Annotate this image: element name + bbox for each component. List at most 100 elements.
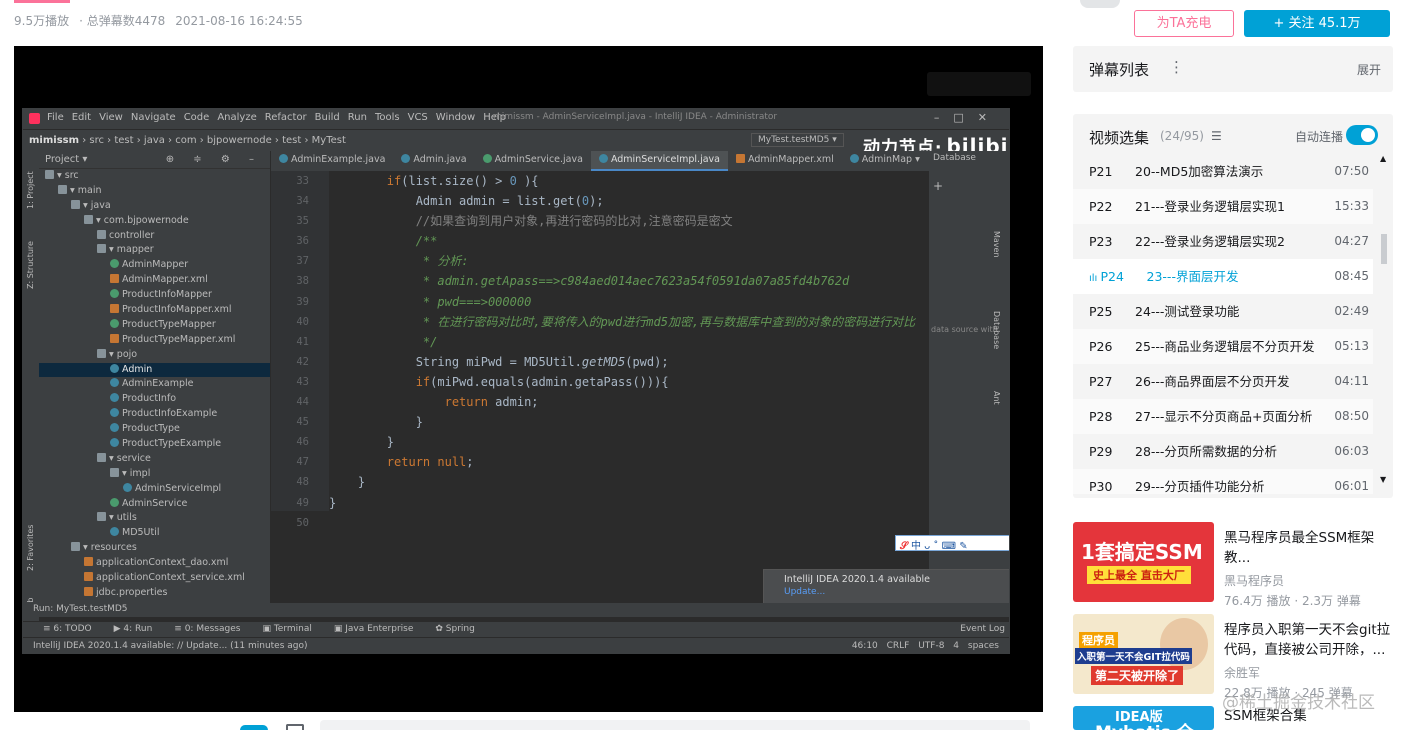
strip-project: 1: Project [26,171,35,209]
editor-tab: Admin.java [393,151,474,171]
tree-node-label: ▾ com.bjpowernode [96,214,189,226]
danmaku-list-panel[interactable]: 弹幕列表 ⋮ 展开 [1073,46,1393,92]
episode-item[interactable]: P27 26---商品界面层不分页开发 04:11 [1073,364,1373,399]
danmaku-expand-button[interactable]: 展开 [1357,61,1381,78]
right-strip-item: Ant [992,391,1001,405]
code-line: return null; [329,452,929,472]
recommend-card[interactable]: 1套搞定SSM 史上最全 直击大厂 黑马程序员最全SSM框架教... 黑马程序员… [1073,522,1393,608]
episode-item[interactable]: P29 28---分页所需数据的分析 06:03 [1073,434,1373,469]
recommend-thumbnail[interactable]: 程序员 入职第一天不会GIT拉代码 第二天被开除了 [1073,614,1214,694]
ide-left-toolstrip: 1: Project Z: Structure 2: Favorites Web [23,151,39,621]
episode-title: 29---分页插件功能分析 [1135,479,1265,494]
right-strip-item: Maven [992,231,1001,258]
episode-item[interactable]: P26 25---商品业务逻辑层不分页开发 05:13 [1073,329,1373,364]
ide-menu-item: Code [183,112,210,123]
code-token: */ [422,334,438,349]
line-number: 50 [296,516,309,529]
episode-number: P29 [1089,444,1113,459]
scroll-up-icon[interactable]: ▲ [1380,154,1386,163]
ide-menu-item: VCS [407,112,428,123]
tree-node: ProductType [39,422,270,437]
class-icon [110,289,119,299]
code-token: //如果查询到用户对象,再进行密码的比对,注意密码是密文 [415,214,733,229]
episode-scrollbar[interactable]: ▲ ▼ [1379,154,1389,490]
player-top-control[interactable] [927,72,1031,96]
episode-item[interactable]: P30 29---分页插件功能分析 06:01 [1073,469,1373,494]
uploader-avatar[interactable] [1080,0,1120,8]
recommend-thumbnail[interactable]: 1套搞定SSM 史上最全 直击大厂 [1073,522,1214,602]
episode-item[interactable]: P28 27---显示不分页商品+页面分析 08:50 [1073,399,1373,434]
tree-node-label: jdbc.properties [96,586,168,598]
recommend-title[interactable]: 黑马程序员最全SSM框架教... [1224,528,1392,568]
event-log: Event Log [960,624,1005,634]
code-line: } [329,472,929,492]
recommend-thumbnail[interactable]: IDEA版 Mybatis 全 [1073,706,1214,730]
code-editor: if(list.size() > 0 ){ Admin admin = list… [329,171,929,511]
toggle-knob [1361,128,1375,142]
code-token: 0 [509,174,517,188]
scroll-thumb[interactable] [1381,234,1387,264]
line-number: 41 [296,335,309,348]
line-number: 37 [296,255,309,268]
update-notification: IntelliJ IDEA 2020.1.4 available Update.… [763,569,1009,607]
episode-item[interactable]: P25 24---测试登录功能 02:49 [1073,294,1373,329]
file-icon [735,154,745,163]
episode-duration: 08:45 [1334,269,1369,283]
code-token: String miPwd = MD5Util. [329,354,582,369]
tree-node-label: ▾ resources [83,542,137,554]
ide-screenshot: File Edit View Navigate Code Analyze Refactor B… [22,108,1010,654]
recommend-author[interactable]: 黑马程序员 [1224,572,1284,589]
thumb-headline: 1套搞定SSM [1081,540,1203,564]
tool-run: ▶ 4: Run [113,624,153,634]
class-icon [110,393,119,403]
tree-node-label: applicationContext_dao.xml [96,557,229,569]
charge-button[interactable]: 为TA充电 [1134,10,1234,37]
tree-node: ProductInfoMapper [39,288,270,303]
episode-item[interactable]: P22 21---登录业务逻辑层实现1 15:33 [1073,189,1373,224]
file-icon [482,154,492,163]
episode-duration: 05:13 [1334,339,1369,353]
ide-right-toolstrip: Maven Database Ant [992,171,1009,591]
project-panel: Project ▾ ⊕ ≑ ⚙ – ▾ src ▾ main ▾ java ▾ com.… [39,151,271,603]
run-bar: Run: MyTest.testMD5 [23,603,1009,617]
line-number: 39 [296,295,309,308]
episode-item[interactable]: P21 20--MD5加密算法演示 07:50 [1073,154,1373,189]
code-token: * pwd===>000000 [422,294,532,309]
tree-node: AdminService [39,497,270,512]
tree-node-label: ▾ src [57,170,79,181]
danmaku-input[interactable] [320,720,1030,730]
ide-menu-item: Analyze [217,112,257,123]
danmaku-toggle[interactable] [240,725,268,730]
tree-node-label: ▾ mapper [109,244,154,256]
xml-file-icon [84,557,93,567]
more-icon[interactable]: ⋮ [1169,58,1184,76]
tree-node: ▾ com.bjpowernode [39,214,270,229]
episode-item[interactable]: P23 22---登录业务逻辑层实现2 04:27 [1073,224,1373,259]
folder-icon [58,184,67,194]
episode-title: 26---商品界面层不分页开发 [1135,374,1290,389]
follow-button[interactable]: + 关注 45.1万 [1244,10,1390,37]
code-token: } [329,475,366,490]
tree-node: ProductInfo [39,392,270,407]
ide-menu-item: Edit [71,112,92,123]
recommend-author[interactable]: 余胜军 [1224,664,1260,681]
episode-item[interactable]: ılı P24 23---界面层开发 08:45 [1073,259,1373,294]
ide-window-title: mimissm - AdminServiceImpl.java - Intell… [493,112,778,122]
database-title: Database [933,153,976,163]
danmaku-settings-icon[interactable] [286,724,304,730]
line-number: 33 [296,175,309,187]
recommend-title[interactable]: 程序员入职第一天不会git拉代码，直接被公司开除，... [1224,620,1392,660]
scroll-down-icon[interactable]: ▼ [1380,475,1386,484]
ime-toolbar: 𝒮 中 ᴗ ˚ ⌨ ✎ [895,535,1009,552]
tree-node: ProductInfoMapper.xml [39,303,270,318]
autoplay-toggle[interactable] [1346,125,1378,145]
recommend-card[interactable]: 程序员 入职第一天不会GIT拉代码 第二天被开除了 程序员入职第一天不会git拉… [1073,614,1393,700]
ide-menu-item: Build [314,112,340,123]
video-player[interactable]: File Edit View Navigate Code Analyze Refactor B… [14,46,1043,712]
class-icon [110,527,119,537]
ide-titlebar: File Edit View Navigate Code Analyze Refactor B… [23,109,1009,129]
list-icon[interactable]: ☰ [1211,129,1222,143]
class-icon [110,408,119,418]
tree-node: ▾ java [39,199,270,214]
xml-file-icon [84,586,93,596]
